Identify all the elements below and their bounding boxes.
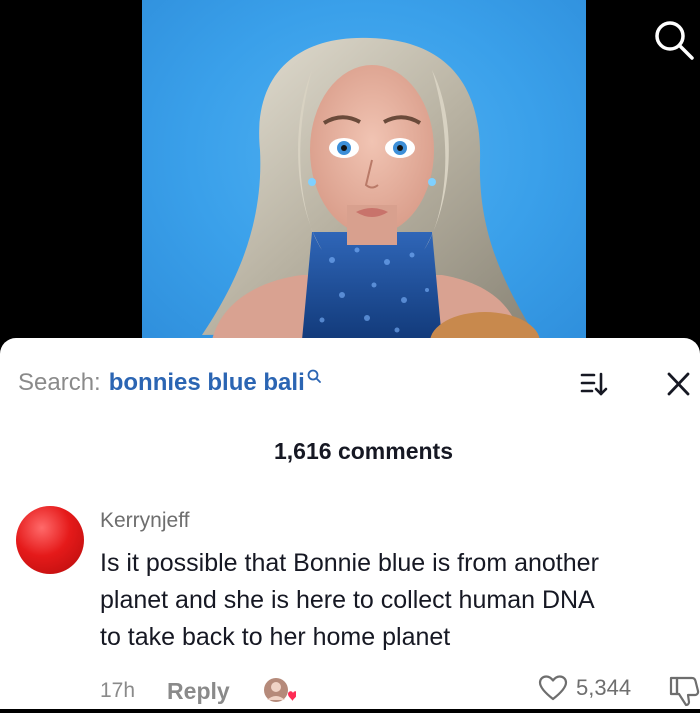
comment-username[interactable]: Kerrynjeff: [100, 509, 190, 533]
comment-timestamp: 17h: [100, 679, 136, 702]
sort-button[interactable]: [570, 366, 610, 402]
search-prefix: Search:: [18, 369, 101, 396]
search-query-link[interactable]: bonnies blue bali: [109, 369, 305, 397]
video-player[interactable]: [0, 0, 700, 340]
creator-liked-badge: [262, 676, 297, 706]
heart-icon: [287, 691, 297, 701]
woman-portrait-image: [202, 37, 532, 340]
comment-text: Is it possible that Bonnie blue is from …: [100, 545, 698, 656]
comment-line: to take back to her home planet: [100, 623, 451, 651]
comment-line: planet and she is here to collect human …: [100, 586, 595, 614]
comments-count: 1,616 comments: [274, 438, 453, 464]
comment-line: Is it possible that Bonnie blue is from …: [100, 549, 599, 577]
search-suggestion[interactable]: Search: bonnies blue bali: [18, 366, 321, 400]
dislike-button[interactable]: [668, 674, 700, 708]
close-button[interactable]: [660, 366, 696, 402]
heart-outline-icon: [538, 675, 568, 701]
creator-avatar-icon: [263, 678, 297, 702]
search-icon: [655, 21, 694, 60]
thumbs-down-icon: [669, 676, 700, 707]
avatar[interactable]: [16, 506, 84, 574]
reply-button[interactable]: Reply: [167, 678, 230, 705]
sort-icon: [580, 372, 608, 396]
comment-meta: 17h Reply: [100, 676, 297, 706]
top-search-button[interactable]: [652, 18, 696, 62]
like-button[interactable]: 5,344: [538, 674, 631, 702]
like-count: 5,344: [576, 675, 632, 700]
video-frame-photo: [142, 0, 586, 340]
search-icon: [307, 369, 321, 383]
close-icon: [667, 372, 690, 396]
